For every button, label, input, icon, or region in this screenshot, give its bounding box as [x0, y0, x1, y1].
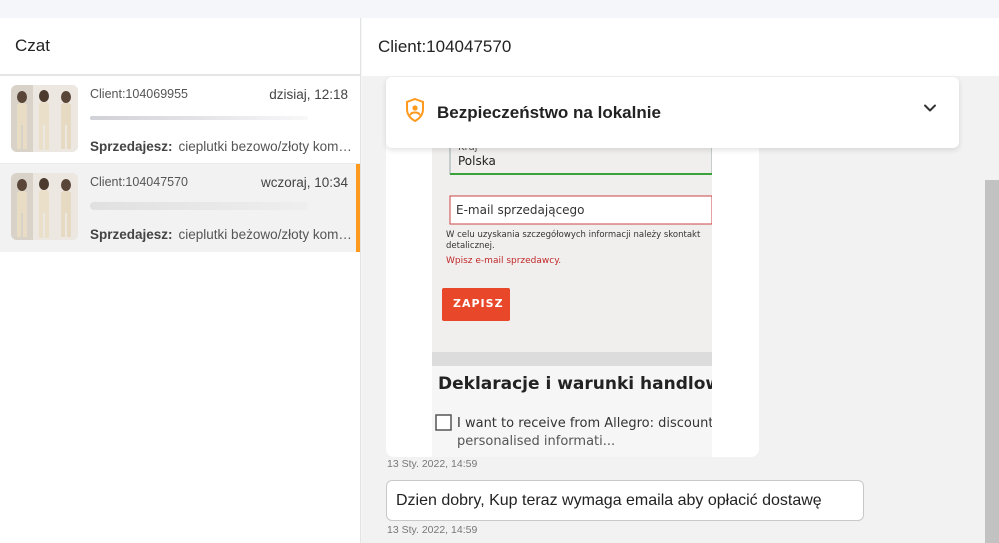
safety-banner[interactable]: Bezpieczeństwo na lokalnie: [386, 77, 959, 148]
conversation-list-title: Czat: [0, 18, 360, 76]
image-message-bubble[interactable]: Kraj Polska E-mail sprzedającego W celu …: [386, 138, 759, 457]
photo-info-text: W celu uzyskania szczegółowych informacj…: [446, 230, 701, 240]
conversation-time: dzisiaj, 12:18: [269, 87, 348, 102]
photo-section-title: Deklaracje i warunki handlowe: [438, 374, 712, 394]
seller-item: cieplutki beżowo/złoty komp…: [178, 227, 355, 242]
conversation-client: Client:104047570: [90, 175, 188, 189]
conversation-list-panel: Czat Client:104069955 dzisiaj, 12:18 Spr…: [0, 18, 361, 543]
conversation-seller: Sprzedajesz: cieplutki bezowo/złoty komp…: [90, 139, 355, 154]
seller-item: cieplutki bezowo/złoty komp…: [178, 139, 355, 154]
conversation-item[interactable]: Client:104069955 dzisiaj, 12:18 Sprzedaj…: [0, 76, 360, 164]
photo-save-button: ZAPISZ: [453, 297, 504, 310]
conversation-time: wczoraj, 10:34: [260, 175, 348, 190]
seller-label: Sprzedajesz:: [90, 139, 173, 154]
photo-checkbox-text: I want to receive from Allegro: discount…: [457, 416, 712, 431]
message-photo[interactable]: Kraj Polska E-mail sprzedającego W celu …: [432, 138, 712, 457]
shield-user-icon: [405, 97, 425, 127]
chat-title: Client:104047570: [362, 18, 999, 76]
chat-panel: Client:104047570 Bezpieczeństwo na lokal…: [362, 18, 999, 543]
safety-banner-title: Bezpieczeństwo na lokalnie: [437, 102, 661, 122]
window-top-strip: [0, 0, 999, 18]
conversation-thumbnail: [11, 173, 78, 240]
chat-scrollbar-thumb[interactable]: [985, 180, 999, 543]
conversation-thumbnail: [11, 85, 78, 152]
message-text: Dzien dobry, Kup teraz wymaga emaila aby…: [396, 491, 822, 509]
chevron-down-icon[interactable]: [923, 101, 937, 115]
photo-email-placeholder: E-mail sprzedającego: [456, 203, 585, 217]
redacted-preview: [90, 202, 308, 210]
photo-country-value: Polska: [458, 154, 496, 168]
message-timestamp: 13 Sty. 2022, 14:59: [387, 458, 478, 470]
text-message-bubble[interactable]: Dzien dobry, Kup teraz wymaga emaila aby…: [386, 480, 864, 521]
conversation-item-active[interactable]: Client:104047570 wczoraj, 10:34 Sprzedaj…: [0, 164, 360, 252]
conversation-client: Client:104069955: [90, 87, 188, 101]
message-timestamp: 13 Sty. 2022, 14:59: [387, 524, 478, 536]
photo-info-text2: detalicznej.: [446, 241, 495, 251]
photo-checkbox-text2: personalised informati...: [457, 434, 616, 449]
seller-label: Sprzedajesz:: [90, 227, 173, 242]
conversation-seller: Sprzedajesz: cieplutki beżowo/złoty komp…: [90, 227, 355, 242]
photo-error-text: Wpisz e-mail sprzedawcy.: [446, 256, 562, 266]
redacted-preview: [90, 116, 308, 120]
